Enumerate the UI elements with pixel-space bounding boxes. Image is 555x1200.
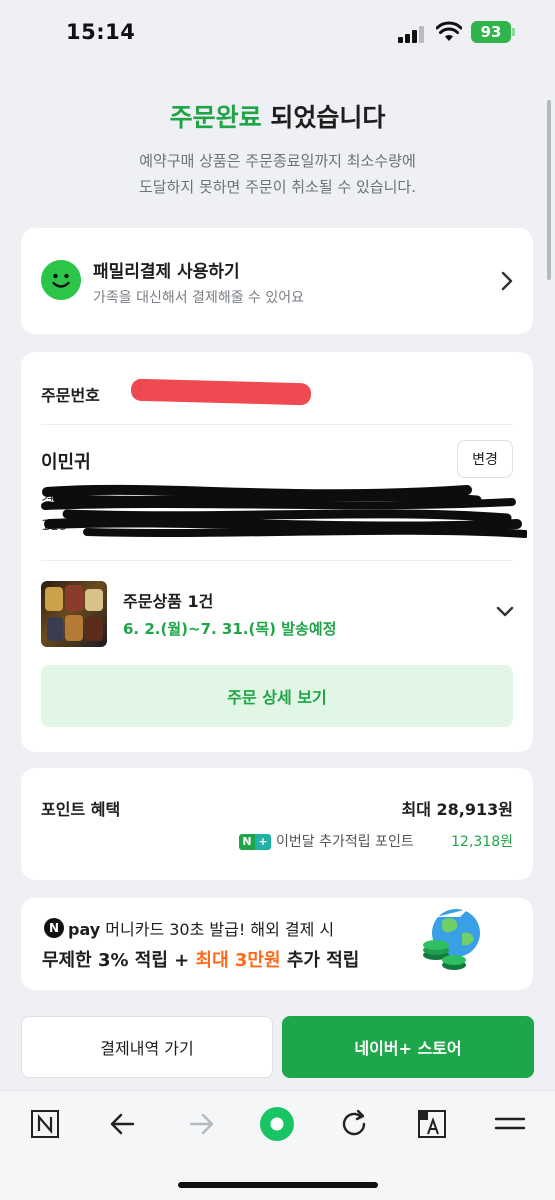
forward-arrow-icon[interactable]: [183, 1106, 219, 1142]
status-time: 15:14: [66, 20, 136, 44]
redaction-scribble: [41, 484, 527, 538]
menu-icon[interactable]: [492, 1106, 528, 1142]
change-address-button[interactable]: 변경: [457, 440, 513, 478]
banner-line-1: pay 머니카드 30초 발급! 해외 결제 시: [68, 916, 334, 940]
naver-plus-badge-icon: N +: [239, 834, 271, 850]
chevron-down-icon[interactable]: [495, 604, 515, 620]
translate-icon[interactable]: [414, 1106, 450, 1142]
subtitle-line-2: 도달하지 못하면 주문이 취소될 수 있습니다.: [138, 178, 416, 196]
recipient-name: 이민귀: [41, 452, 91, 473]
payment-history-button[interactable]: 결제내역 가기: [21, 1016, 273, 1078]
back-arrow-icon[interactable]: [105, 1106, 141, 1142]
points-card: 포인트 혜택 최대 28,913원 12,318원: [21, 768, 533, 880]
divider: [41, 560, 513, 561]
subtitle-line-1: 예약구매 상품은 주문종료일까지 최소수량에: [139, 152, 416, 170]
banner-line-2: 무제한 3% 적립 + 최대 3만원 추가 적립: [42, 946, 359, 972]
order-number-label: 주문번호: [41, 386, 100, 405]
banner-highlight: 최대 3만원: [195, 950, 281, 971]
order-card: 주문번호 2 이민귀 변경 경기도 119 주문상품 1건 6. 2.(월)~7…: [21, 352, 533, 752]
home-indicator[interactable]: [178, 1182, 378, 1188]
family-payment-card[interactable]: 패밀리결제 사용하기 가족을 대신해서 결제해줄 수 있어요: [21, 228, 533, 334]
extra-points-label: 이번달 추가적립 포인트: [276, 834, 414, 850]
title-highlight: 주문완료: [169, 103, 262, 132]
divider: [41, 424, 513, 425]
green-dot-icon[interactable]: [259, 1106, 295, 1142]
cellular-signal-icon: [398, 25, 426, 43]
family-payment-subtitle: 가족을 대신해서 결제해줄 수 있어요: [93, 290, 304, 306]
redaction-mark: [130, 378, 312, 406]
naver-plus-store-button[interactable]: 네이버+ 스토어: [282, 1016, 534, 1078]
naver-home-icon[interactable]: [27, 1106, 63, 1142]
reload-icon[interactable]: [336, 1106, 372, 1142]
points-label: 포인트 혜택: [41, 800, 121, 819]
chevron-right-icon: [501, 271, 513, 291]
wifi-icon: [436, 21, 462, 41]
battery-tip: [512, 28, 515, 36]
banner-line-2-a: 무제한 3% 적립 +: [42, 950, 196, 971]
product-count-title: 주문상품 1건: [123, 592, 214, 611]
product-thumbnail: [41, 581, 107, 647]
ship-date: 6. 2.(월)~7. 31.(목) 발송예정: [123, 620, 337, 638]
extra-points-value: 12,318원: [451, 834, 513, 850]
family-payment-title: 패밀리결제 사용하기: [93, 262, 240, 282]
title-rest: 되었습니다: [261, 103, 386, 132]
npay-word: pay: [68, 920, 101, 939]
npay-logo-icon: N: [44, 918, 64, 938]
banner-line-1-text: 머니카드 30초 발급! 해외 결제 시: [105, 920, 335, 939]
page-subtitle: 예약구매 상품은 주문종료일까지 최소수량에 도달하지 못하면 주문이 취소될 …: [0, 148, 555, 200]
order-detail-button[interactable]: 주문 상세 보기: [41, 665, 513, 727]
globe-coins-icon: [423, 909, 480, 970]
banner-line-2-b: 추가 적립: [280, 950, 360, 971]
status-bar: 15:14 93: [0, 0, 555, 66]
points-max-value: 최대 28,913원: [401, 800, 513, 819]
page-title: 주문완료 되었습니다: [0, 98, 555, 134]
battery-indicator: 93: [471, 21, 511, 43]
smiley-icon: [41, 260, 81, 300]
